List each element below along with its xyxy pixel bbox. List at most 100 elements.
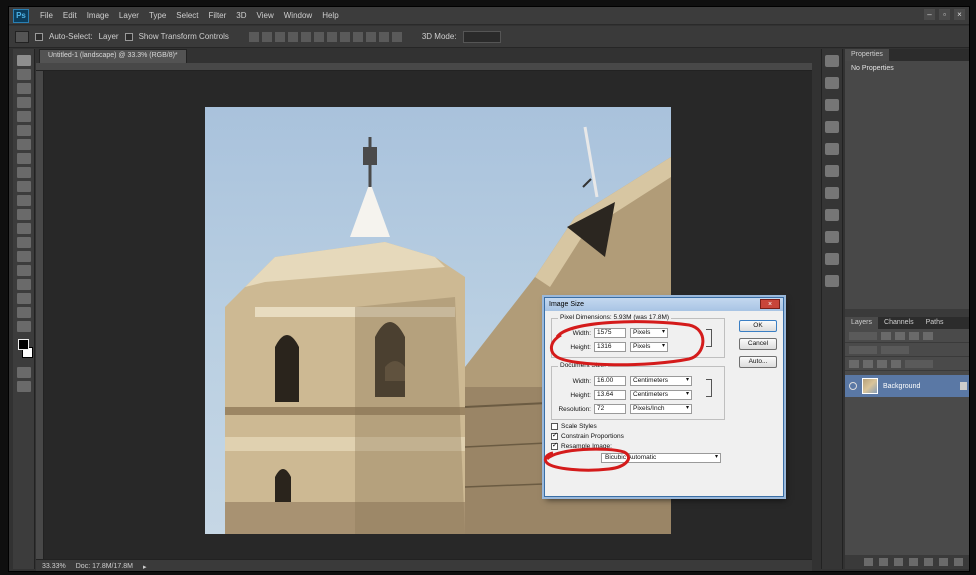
lock-pixels-icon[interactable] xyxy=(863,359,873,368)
pixel-height-input[interactable]: 1316 xyxy=(594,342,626,352)
menu-edit[interactable]: Edit xyxy=(58,11,82,20)
layer-kind-filter[interactable] xyxy=(849,331,877,340)
doc-width-input[interactable]: 16.00 xyxy=(594,376,626,386)
doc-height-input[interactable]: 13.64 xyxy=(594,390,626,400)
align-bottom-icon[interactable] xyxy=(274,31,285,42)
paragraph-panel-icon[interactable] xyxy=(825,187,839,199)
align-top-icon[interactable] xyxy=(248,31,259,42)
status-menu-arrow[interactable]: ▸ xyxy=(143,563,147,571)
document-tab[interactable]: Untitled-1 (landscape) @ 33.3% (RGB/8)* xyxy=(39,49,187,63)
menu-help[interactable]: Help xyxy=(317,11,343,20)
fill-field[interactable] xyxy=(905,359,933,368)
resolution-unit-select[interactable]: Pixels/Inch xyxy=(630,404,692,414)
zoom-level[interactable]: 33.33% xyxy=(42,563,66,570)
pixel-width-unit-select[interactable]: Pixels xyxy=(630,328,668,338)
adjustment-layer-icon[interactable] xyxy=(909,558,918,566)
gradient-tool-icon[interactable] xyxy=(16,209,31,220)
info-panel-icon[interactable] xyxy=(825,253,839,265)
distribute-left-icon[interactable] xyxy=(365,31,376,42)
tab-properties[interactable]: Properties xyxy=(845,49,889,61)
blur-tool-icon[interactable] xyxy=(16,223,31,234)
new-group-icon[interactable] xyxy=(924,558,933,566)
doc-height-unit-select[interactable]: Centimeters xyxy=(630,390,692,400)
menu-view[interactable]: View xyxy=(252,11,279,20)
doc-width-unit-select[interactable]: Centimeters xyxy=(630,376,692,386)
tab-channels[interactable]: Channels xyxy=(878,317,920,329)
cancel-button[interactable]: Cancel xyxy=(739,338,777,350)
auto-button[interactable]: Auto... xyxy=(739,356,777,368)
path-selection-tool-icon[interactable] xyxy=(16,279,31,290)
tab-paths[interactable]: Paths xyxy=(920,317,950,329)
menu-layer[interactable]: Layer xyxy=(114,11,144,20)
align-right-icon[interactable] xyxy=(313,31,324,42)
navigator-panel-icon[interactable] xyxy=(825,275,839,287)
layer-style-icon[interactable] xyxy=(879,558,888,566)
link-layers-icon[interactable] xyxy=(864,558,873,566)
quick-mask-icon[interactable] xyxy=(16,367,31,378)
minimize-icon[interactable]: – xyxy=(924,9,935,20)
ok-button[interactable]: OK xyxy=(739,320,777,332)
shape-tool-icon[interactable] xyxy=(16,293,31,304)
maximize-icon[interactable]: ▫ xyxy=(939,9,950,20)
menu-type[interactable]: Type xyxy=(144,11,171,20)
eyedropper-tool-icon[interactable] xyxy=(16,125,31,136)
styles-panel-icon[interactable] xyxy=(825,143,839,155)
auto-select-dropdown[interactable]: Layer xyxy=(99,32,119,41)
brush-panel-icon[interactable] xyxy=(825,209,839,221)
menu-file[interactable]: File xyxy=(35,11,58,20)
lock-all-icon[interactable] xyxy=(891,359,901,368)
scale-styles-checkbox[interactable] xyxy=(551,423,558,430)
brush-tool-icon[interactable] xyxy=(16,153,31,164)
delete-layer-icon[interactable] xyxy=(954,558,963,566)
visibility-eye-icon[interactable] xyxy=(849,382,857,390)
lock-position-icon[interactable] xyxy=(877,359,887,368)
lock-transparent-icon[interactable] xyxy=(849,359,859,368)
pen-tool-icon[interactable] xyxy=(16,251,31,262)
eraser-tool-icon[interactable] xyxy=(16,195,31,206)
hand-tool-icon[interactable] xyxy=(16,307,31,318)
add-mask-icon[interactable] xyxy=(894,558,903,566)
close-icon[interactable]: × xyxy=(954,9,965,20)
tab-layers[interactable]: Layers xyxy=(845,317,879,329)
pixel-height-unit-select[interactable]: Pixels xyxy=(630,342,668,352)
blend-mode-select[interactable] xyxy=(849,345,877,354)
menu-filter[interactable]: Filter xyxy=(204,11,232,20)
opacity-field[interactable] xyxy=(881,345,909,354)
resample-method-select[interactable]: Bicubic Automatic xyxy=(601,453,721,463)
color-panel-icon[interactable] xyxy=(825,77,839,89)
align-left-icon[interactable] xyxy=(287,31,298,42)
filter-adjustment-icon[interactable] xyxy=(895,331,905,340)
pixel-width-input[interactable]: 1575 xyxy=(594,328,626,338)
filter-pixel-icon[interactable] xyxy=(881,331,891,340)
screen-mode-icon[interactable] xyxy=(16,381,31,392)
distribute-top-icon[interactable] xyxy=(326,31,337,42)
show-transform-checkbox[interactable] xyxy=(124,32,133,41)
menu-window[interactable]: Window xyxy=(279,11,317,20)
type-tool-icon[interactable] xyxy=(16,265,31,276)
crop-tool-icon[interactable] xyxy=(16,111,31,122)
history-brush-tool-icon[interactable] xyxy=(16,181,31,192)
clone-stamp-tool-icon[interactable] xyxy=(16,167,31,178)
resample-checkbox[interactable] xyxy=(551,441,558,450)
distribute-bottom-icon[interactable] xyxy=(352,31,363,42)
constrain-proportions-checkbox[interactable] xyxy=(551,431,558,440)
foreground-color-swatch[interactable] xyxy=(18,339,29,350)
align-middle-icon[interactable] xyxy=(261,31,272,42)
distribute-middle-icon[interactable] xyxy=(339,31,350,42)
lasso-tool-icon[interactable] xyxy=(16,83,31,94)
3d-mode-buttons[interactable] xyxy=(462,30,501,43)
distribute-right-icon[interactable] xyxy=(391,31,402,42)
auto-select-checkbox[interactable] xyxy=(35,32,43,41)
marquee-tool-icon[interactable] xyxy=(16,69,31,80)
document-info[interactable]: Doc: 17.8M/17.8M xyxy=(76,563,133,570)
zoom-tool-icon[interactable] xyxy=(16,321,31,332)
character-panel-icon[interactable] xyxy=(825,165,839,177)
new-layer-icon[interactable] xyxy=(939,558,948,566)
swatches-panel-icon[interactable] xyxy=(825,99,839,111)
dodge-tool-icon[interactable] xyxy=(16,237,31,248)
layer-row-background[interactable]: Background xyxy=(845,375,969,397)
healing-brush-tool-icon[interactable] xyxy=(16,139,31,150)
move-tool-icon[interactable] xyxy=(15,30,29,43)
menu-image[interactable]: Image xyxy=(82,11,114,20)
tool-presets-panel-icon[interactable] xyxy=(825,231,839,243)
